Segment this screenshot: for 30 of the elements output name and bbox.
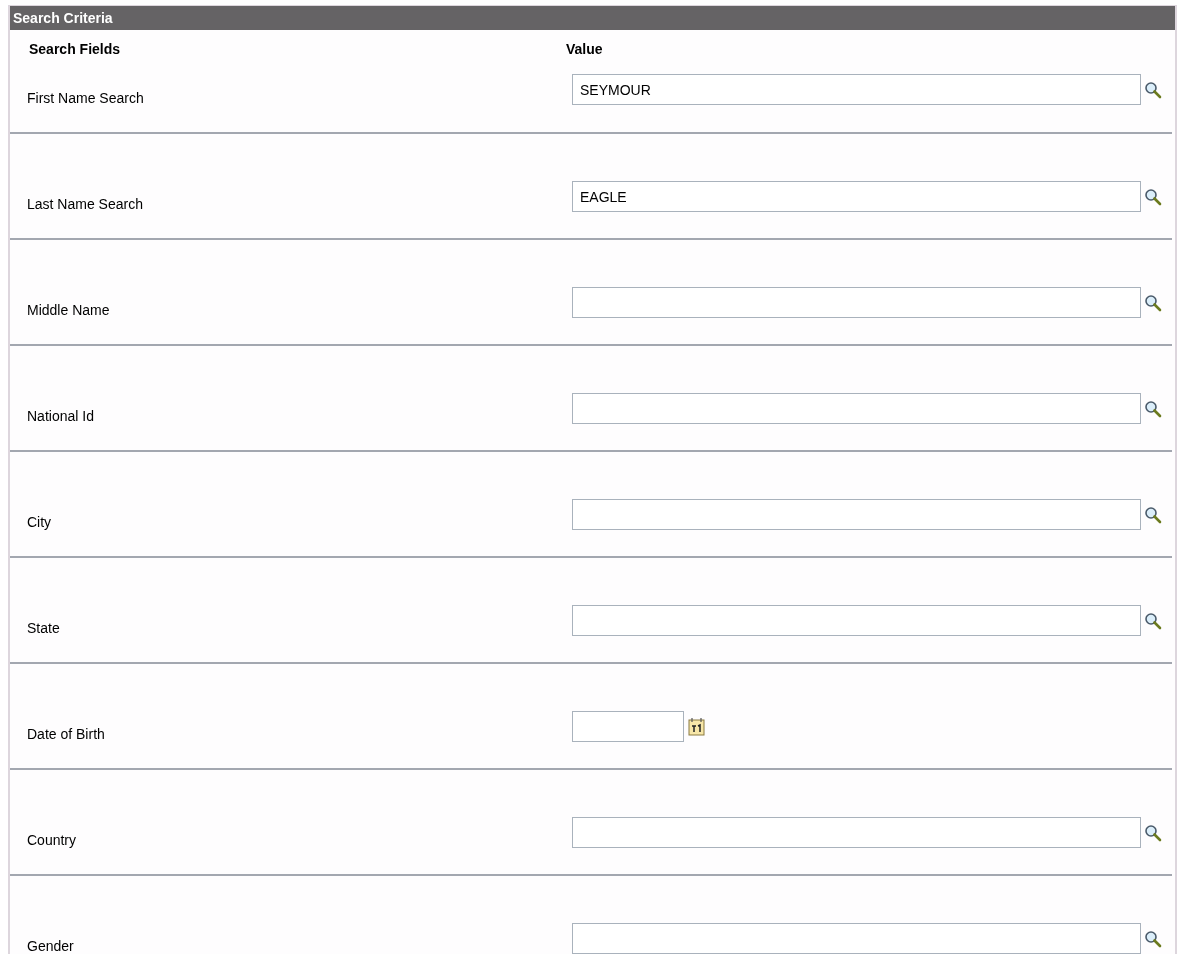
calendar-icon[interactable] — [688, 716, 706, 737]
search-icon[interactable] — [1144, 929, 1162, 948]
field-label: State — [27, 619, 61, 637]
search-icon[interactable] — [1144, 399, 1162, 418]
date-field[interactable] — [572, 711, 684, 742]
search-icon[interactable] — [1144, 293, 1162, 312]
search-icon[interactable] — [1144, 505, 1162, 524]
field-label: City — [27, 513, 53, 531]
search-icon[interactable] — [1144, 187, 1162, 206]
text-field[interactable] — [572, 817, 1141, 848]
field-label: Gender — [27, 937, 75, 954]
text-field[interactable]: EAGLE — [572, 181, 1141, 212]
field-label: Middle Name — [27, 301, 111, 319]
text-field[interactable] — [572, 393, 1141, 424]
text-field[interactable] — [572, 499, 1141, 530]
text-field[interactable] — [572, 923, 1141, 954]
field-label: National Id — [27, 407, 95, 425]
search-icon[interactable] — [1144, 823, 1162, 842]
text-field[interactable]: SEYMOUR — [572, 74, 1141, 105]
column-header: Value — [566, 40, 603, 58]
search-icon[interactable] — [1144, 80, 1162, 99]
field-label: Country — [27, 831, 78, 849]
text-field[interactable] — [572, 287, 1141, 318]
text-field[interactable] — [572, 605, 1141, 636]
field-label: Last Name Search — [27, 195, 144, 213]
field-label: First Name Search — [27, 89, 145, 107]
search-icon[interactable] — [1144, 611, 1162, 630]
panel-header: Search Criteria — [10, 6, 1175, 30]
column-header: Search Fields — [29, 40, 122, 58]
field-label: Date of Birth — [27, 725, 106, 743]
